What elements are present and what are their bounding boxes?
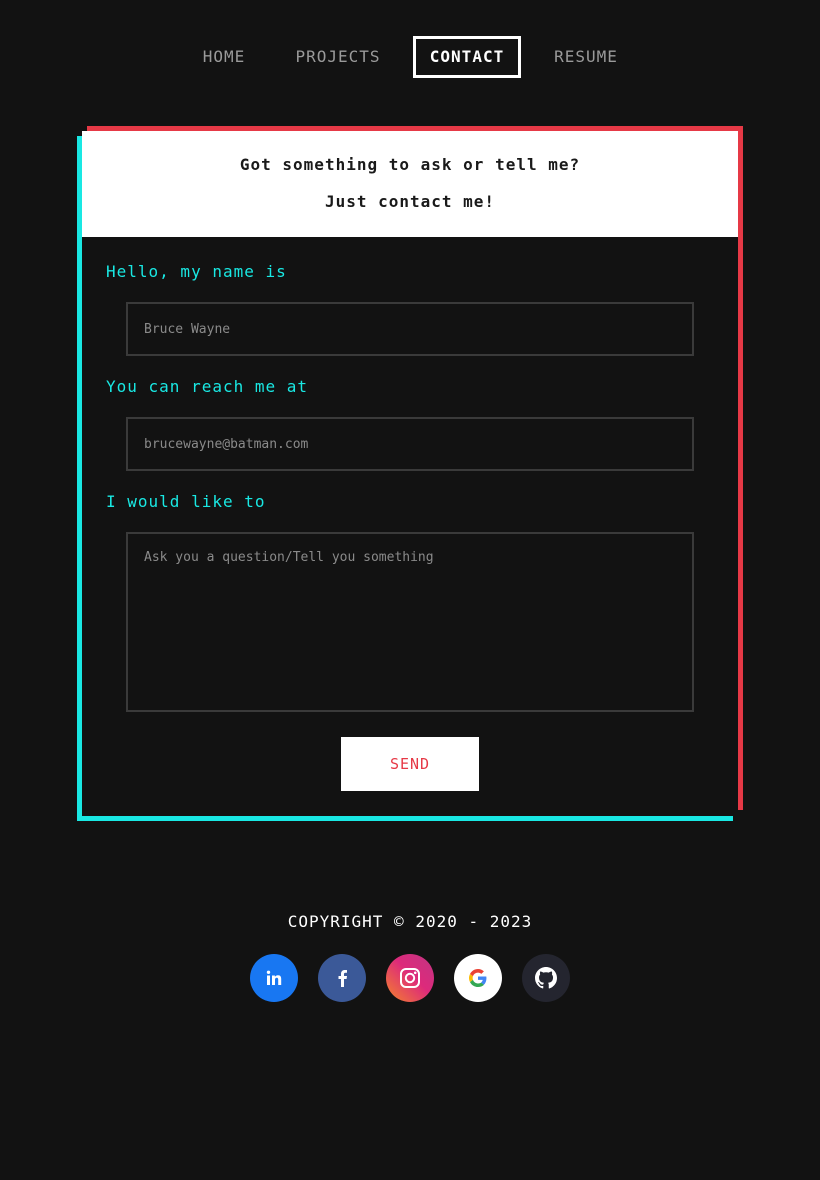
contact-heading: Got something to ask or tell me? Just co…	[82, 131, 738, 237]
name-input[interactable]	[126, 302, 694, 356]
google-icon	[469, 969, 487, 987]
copyright-text: COPYRIGHT © 2020 - 2023	[287, 912, 533, 931]
contact-form: Got something to ask or tell me? Just co…	[82, 131, 738, 816]
google-link[interactable]	[454, 954, 502, 1002]
nav-contact[interactable]: CONTACT	[413, 36, 521, 78]
email-input[interactable]	[126, 417, 694, 471]
top-nav: HOME PROJECTS CONTACT RESUME	[0, 36, 820, 78]
nav-projects[interactable]: PROJECTS	[290, 36, 386, 78]
linkedin-icon	[266, 970, 282, 985]
nav-home[interactable]: HOME	[196, 36, 252, 78]
message-textarea[interactable]	[126, 532, 694, 712]
nav-resume[interactable]: RESUME	[548, 36, 624, 78]
message-label: I would like to	[106, 492, 266, 511]
instagram-icon	[400, 968, 420, 988]
email-label: You can reach me at	[106, 377, 309, 396]
github-link[interactable]	[522, 954, 570, 1002]
linkedin-link[interactable]	[250, 954, 298, 1002]
name-label: Hello, my name is	[106, 262, 287, 281]
contact-heading-line2: Just contact me!	[324, 192, 496, 211]
instagram-link[interactable]	[386, 954, 434, 1002]
send-button[interactable]: SEND	[341, 737, 479, 791]
github-icon	[535, 967, 557, 989]
facebook-icon	[338, 970, 347, 987]
facebook-link[interactable]	[318, 954, 366, 1002]
contact-heading-line1: Got something to ask or tell me?	[239, 155, 581, 174]
